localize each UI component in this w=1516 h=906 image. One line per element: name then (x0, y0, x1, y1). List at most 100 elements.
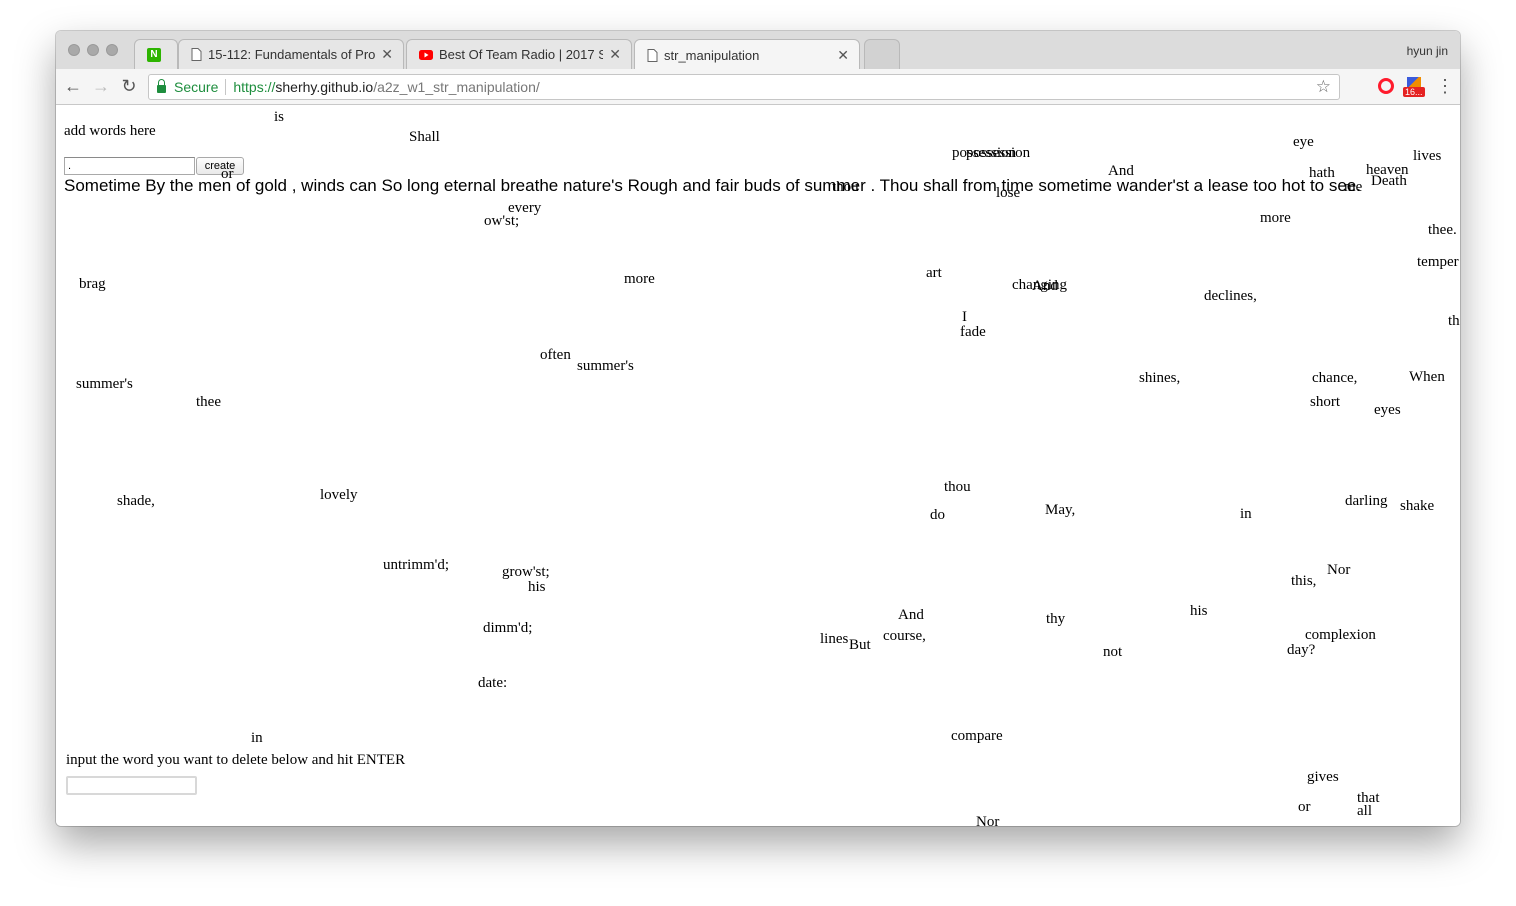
floating-word: his (1190, 603, 1208, 619)
extension-graphic (1407, 77, 1421, 87)
floating-word: in (251, 730, 263, 746)
tab-fundamentals[interactable]: 15-112: Fundamentals of Prog ✕ (178, 39, 404, 69)
floating-word: often (540, 347, 571, 363)
floating-word: more (624, 271, 655, 287)
close-window-button[interactable] (68, 44, 80, 56)
floating-word: And (1032, 278, 1058, 294)
zoom-window-button[interactable] (106, 44, 118, 56)
floating-word: possession (966, 145, 1031, 161)
extension-badge: 16... (1403, 87, 1425, 97)
close-icon[interactable]: ✕ (609, 46, 621, 63)
floating-word: short (1310, 394, 1340, 410)
floating-word: date: (478, 675, 508, 691)
menu-dots-icon[interactable]: ⋮ (1436, 76, 1454, 97)
floating-word: Nor (976, 814, 1000, 826)
bookmark-star-icon[interactable]: ☆ (1316, 77, 1331, 97)
add-words-label: add words here (64, 123, 156, 139)
document-icon (647, 48, 658, 62)
tab-youtube[interactable]: Best Of Team Radio | 2017 Sin ✕ (406, 39, 632, 69)
floating-word: thy (1046, 611, 1066, 627)
floating-word: his (528, 579, 546, 595)
floating-word: chance, (1312, 370, 1358, 386)
address-bar[interactable]: Secure https://sherhy.github.io/a2z_w1_s… (148, 74, 1340, 100)
floating-word: declines, (1204, 288, 1257, 304)
floating-word: is (274, 109, 285, 125)
floating-word: thou (832, 179, 859, 195)
naver-n-icon: N (147, 47, 161, 62)
floating-word: dimm'd; (483, 620, 533, 636)
floating-word: more (1260, 210, 1291, 226)
delete-instructions: input the word you want to delete below … (66, 752, 406, 768)
toolbar: ← → ↻ Secure https://sherhy.github.io/a2… (56, 69, 1460, 105)
floating-word: darling (1345, 493, 1388, 509)
minimize-window-button[interactable] (87, 44, 99, 56)
floating-word: lives (1413, 148, 1442, 164)
floating-word: course, (883, 628, 926, 644)
extension-icon[interactable]: 16... (1403, 77, 1425, 97)
floating-word: fade (960, 324, 986, 340)
floating-word: me (1344, 179, 1363, 195)
profile-name[interactable]: hyun jin (1407, 44, 1448, 58)
floating-word: art (926, 265, 942, 281)
floating-word: summer's (76, 376, 133, 392)
opera-extension-icon[interactable] (1378, 78, 1394, 94)
tab-naver[interactable]: N (134, 39, 178, 69)
tab-label: Best Of Team Radio | 2017 Sin (439, 47, 604, 62)
lock-icon (157, 79, 166, 93)
floating-word: compare (951, 728, 1003, 744)
floating-word: gives (1307, 769, 1339, 785)
tab-label: str_manipulation (664, 47, 760, 63)
url-host: sherhy.github.io (275, 79, 374, 95)
floating-word: thou (944, 479, 971, 495)
floating-word: or (1298, 799, 1311, 815)
floating-word: shake (1400, 498, 1435, 514)
tab-str-manipulation[interactable]: str_manipulation ✕ (634, 39, 860, 70)
floating-word: brag (79, 276, 106, 292)
floating-word: shines, (1139, 370, 1181, 386)
floating-word: thee (196, 394, 221, 410)
forward-arrow-icon[interactable]: → (90, 76, 112, 97)
floating-word: or (221, 166, 234, 182)
floating-word: temper (1417, 254, 1459, 270)
floating-word: lines (820, 631, 849, 647)
floating-word: untrimm'd; (383, 557, 450, 573)
floating-word: But (849, 637, 871, 653)
floating-word: Shall (409, 129, 440, 145)
delete-word-input[interactable] (66, 776, 197, 795)
floating-word: thee. (1428, 222, 1457, 238)
new-tab-button[interactable] (864, 39, 900, 69)
youtube-icon (419, 49, 433, 60)
floating-word: lovely (320, 487, 358, 503)
page-content: add words here create Sometime By the me… (56, 105, 1460, 826)
floating-word: shade, (117, 493, 155, 509)
floating-word: hath (1309, 165, 1335, 181)
url-path: /a2z_w1_str_manipulation/ (373, 79, 540, 95)
floating-word: eyes (1374, 402, 1401, 418)
floating-word: in (1240, 506, 1252, 522)
floating-word: And (898, 607, 924, 623)
floating-word: all (1357, 803, 1372, 819)
browser-window: N 15-112: Fundamentals of Prog ✕ Best Of… (56, 31, 1460, 826)
word-input[interactable] (64, 157, 195, 175)
floating-word: Nor (1327, 562, 1351, 578)
floating-word: this, (1291, 573, 1317, 589)
create-button[interactable]: create (196, 157, 244, 175)
floating-word: Death (1371, 173, 1407, 189)
tab-strip: N 15-112: Fundamentals of Prog ✕ Best Of… (56, 31, 1460, 70)
tab-label: 15-112: Fundamentals of Prog (208, 47, 376, 62)
divider (225, 79, 227, 95)
floating-word: th (1448, 313, 1460, 329)
floating-word: eye (1293, 134, 1314, 150)
floating-word: ow'st; (484, 213, 520, 229)
reload-icon[interactable]: ↻ (118, 76, 140, 97)
url-scheme: https:// (233, 79, 276, 95)
floating-word: When (1409, 369, 1445, 385)
close-icon[interactable]: ✕ (837, 47, 849, 64)
floating-word: not (1103, 644, 1123, 660)
close-icon[interactable]: ✕ (381, 46, 393, 63)
back-arrow-icon[interactable]: ← (62, 76, 84, 97)
floating-word: lose (996, 185, 1021, 201)
document-icon (191, 48, 202, 61)
floating-word: summer's (577, 358, 634, 374)
floating-word: And (1108, 163, 1134, 179)
